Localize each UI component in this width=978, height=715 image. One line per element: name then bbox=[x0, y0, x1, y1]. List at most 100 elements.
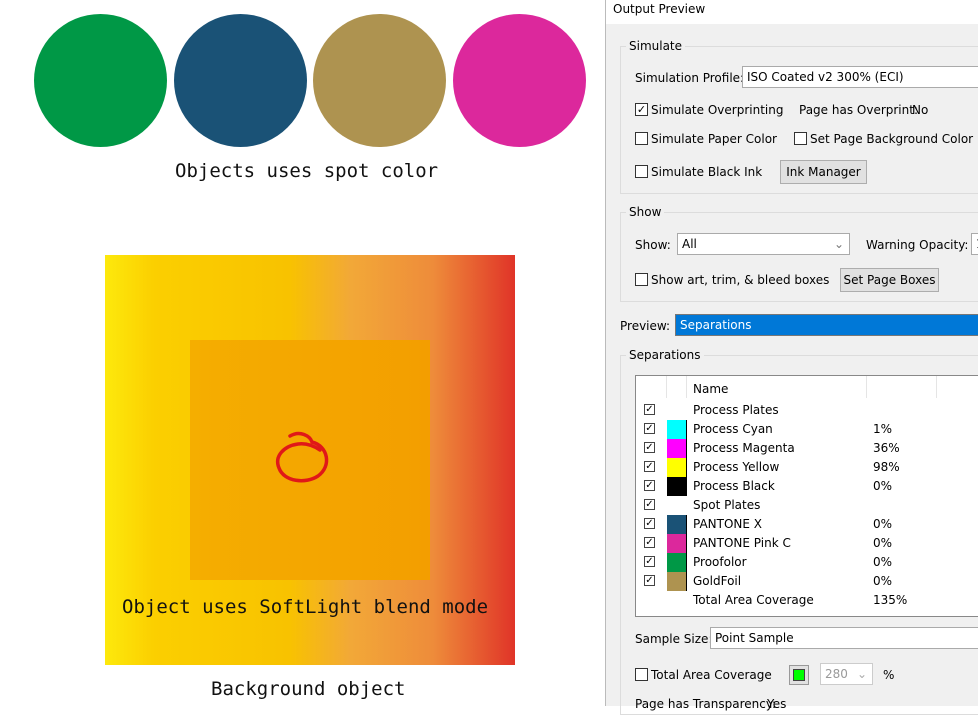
plate-coverage: 98% bbox=[873, 460, 900, 474]
name-column-header[interactable]: Name bbox=[693, 382, 728, 396]
page-overprint-label: Page has Overprint: bbox=[799, 103, 918, 117]
plate-checkbox[interactable]: ✓ bbox=[644, 423, 655, 434]
warning-opacity-field[interactable]: 1 bbox=[971, 233, 978, 255]
total-value: 135% bbox=[873, 593, 908, 607]
separation-row[interactable]: ✓ Process Plates bbox=[636, 401, 978, 420]
separation-row[interactable]: ✓ Process Black 0% bbox=[636, 477, 978, 496]
spot-circle-proofolor bbox=[34, 14, 167, 147]
chevron-down-icon: ⌄ bbox=[856, 667, 867, 681]
black-ink-label: Simulate Black Ink bbox=[651, 165, 763, 179]
preview-select[interactable]: Separations bbox=[675, 314, 978, 336]
plate-coverage: 0% bbox=[873, 517, 893, 531]
sample-size-select[interactable]: Point Sample bbox=[710, 627, 978, 649]
plate-checkbox[interactable]: ✓ bbox=[644, 518, 655, 529]
show-legend: Show bbox=[626, 205, 665, 219]
separation-row[interactable]: ✓ PANTONE Pink C 0% bbox=[636, 534, 978, 553]
plate-name: Process Cyan bbox=[693, 422, 773, 436]
preview-label: Preview: bbox=[620, 319, 671, 333]
plate-checkbox[interactable]: ✓ bbox=[644, 575, 655, 586]
simulate-overprinting-checkbox[interactable]: ✓ bbox=[635, 103, 648, 116]
plate-coverage: 0% bbox=[873, 555, 893, 569]
softlight-caption: Object uses SoftLight blend mode bbox=[122, 596, 489, 618]
simulation-profile-select[interactable]: ISO Coated v2 300% (ECI) bbox=[742, 66, 978, 88]
boxes-label: Show art, trim, & bleed boxes bbox=[651, 273, 830, 287]
plate-coverage: 36% bbox=[873, 441, 900, 455]
tac-value-select[interactable]: 280 ⌄ bbox=[820, 663, 873, 685]
color-swatch bbox=[667, 439, 687, 458]
profile-label: Simulation Profile: bbox=[635, 71, 745, 85]
plate-coverage: 0% bbox=[873, 536, 893, 550]
plate-checkbox[interactable]: ✓ bbox=[644, 404, 655, 415]
separation-row[interactable]: ✓ Process Yellow 98% bbox=[636, 458, 978, 477]
ink-manager-button[interactable]: Ink Manager bbox=[780, 160, 867, 184]
total-label: Total Area Coverage bbox=[693, 593, 814, 607]
separations-legend: Separations bbox=[626, 348, 704, 362]
plate-name: Process Plates bbox=[693, 403, 779, 417]
spot-circle-pantone-x bbox=[174, 14, 307, 147]
spot-circle-pantone-pink-c bbox=[453, 14, 586, 147]
spot-color-caption: Objects uses spot color bbox=[175, 160, 439, 182]
total-row: Total Area Coverage 135% bbox=[636, 591, 978, 610]
simulate-legend: Simulate bbox=[626, 39, 686, 53]
separation-row[interactable]: ✓ Process Magenta 36% bbox=[636, 439, 978, 458]
plate-name: Process Black bbox=[693, 479, 775, 493]
plate-name: PANTONE Pink C bbox=[693, 536, 791, 550]
plate-name: GoldFoil bbox=[693, 574, 742, 588]
separation-row[interactable]: ✓ Proofolor 0% bbox=[636, 553, 978, 572]
title-bar: Output Preview bbox=[606, 0, 978, 24]
background-caption: Background object bbox=[211, 678, 406, 700]
red-scribble-annotation bbox=[276, 431, 329, 483]
tac-label: Total Area Coverage bbox=[651, 668, 772, 682]
tac-unit: % bbox=[883, 668, 895, 682]
panel-title: Output Preview bbox=[613, 2, 706, 16]
color-swatch bbox=[667, 534, 687, 553]
plate-checkbox[interactable]: ✓ bbox=[644, 442, 655, 453]
transparency-value: Yes bbox=[767, 697, 787, 711]
show-select[interactable]: All ⌄ bbox=[677, 233, 850, 255]
page-background-label: Set Page Background Color bbox=[810, 132, 974, 146]
color-swatch bbox=[667, 420, 687, 439]
overprinting-label: Simulate Overprinting bbox=[651, 103, 784, 117]
set-page-boxes-button[interactable]: Set Page Boxes bbox=[840, 268, 939, 292]
color-swatch bbox=[667, 458, 687, 477]
warning-opacity-label: Warning Opacity: bbox=[866, 238, 969, 252]
plate-name: Process Yellow bbox=[693, 460, 780, 474]
plate-checkbox[interactable]: ✓ bbox=[644, 499, 655, 510]
plate-coverage: 0% bbox=[873, 479, 893, 493]
spot-circle-goldfoil bbox=[313, 14, 446, 147]
simulate-paper-color-checkbox[interactable] bbox=[635, 132, 648, 145]
transparency-label: Page has Transparency: bbox=[635, 697, 777, 711]
tac-checkbox[interactable] bbox=[635, 668, 648, 681]
plate-coverage: 0% bbox=[873, 574, 893, 588]
color-swatch bbox=[667, 553, 687, 572]
show-value: All bbox=[682, 237, 697, 251]
tac-value: 280 bbox=[825, 667, 848, 681]
plate-name: Process Magenta bbox=[693, 441, 795, 455]
output-preview-panel: Output Preview Simulate Simulation Profi… bbox=[605, 0, 978, 715]
plate-checkbox[interactable]: ✓ bbox=[644, 461, 655, 472]
show-label: Show: bbox=[635, 238, 671, 252]
plate-checkbox[interactable]: ✓ bbox=[644, 556, 655, 567]
page-overprint-value: No bbox=[912, 103, 929, 117]
plate-checkbox[interactable]: ✓ bbox=[644, 480, 655, 491]
separations-list: Name ✓ Process Plates ✓ Process Cyan 1% ✓ Proc… bbox=[635, 375, 978, 617]
plate-name: PANTONE X bbox=[693, 517, 763, 531]
page-background-checkbox[interactable] bbox=[794, 132, 807, 145]
color-swatch bbox=[667, 572, 687, 591]
color-swatch bbox=[667, 477, 687, 496]
chevron-down-icon: ⌄ bbox=[833, 237, 844, 251]
show-boxes-checkbox[interactable] bbox=[635, 273, 648, 286]
separation-row[interactable]: ✓ GoldFoil 0% bbox=[636, 572, 978, 591]
separation-row[interactable]: ✓ Process Cyan 1% bbox=[636, 420, 978, 439]
color-swatch bbox=[667, 515, 687, 534]
plate-name: Proofolor bbox=[693, 555, 747, 569]
plate-name: Spot Plates bbox=[693, 498, 761, 512]
sample-size-label: Sample Size: bbox=[635, 632, 713, 646]
plate-checkbox[interactable]: ✓ bbox=[644, 537, 655, 548]
tac-color-button[interactable] bbox=[789, 665, 809, 685]
plate-coverage: 1% bbox=[873, 422, 893, 436]
paper-color-label: Simulate Paper Color bbox=[651, 132, 777, 146]
simulate-black-ink-checkbox[interactable] bbox=[635, 165, 648, 178]
separation-row[interactable]: ✓ Spot Plates bbox=[636, 496, 978, 515]
separation-row[interactable]: ✓ PANTONE X 0% bbox=[636, 515, 978, 534]
